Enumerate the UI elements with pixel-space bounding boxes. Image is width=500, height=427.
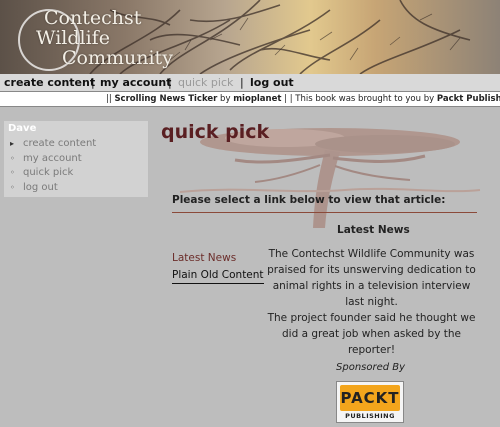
nav-my-account[interactable]: my account — [100, 74, 171, 91]
sponsored-by-label: Sponsored By — [336, 362, 406, 373]
sidebar-item-quick-pick[interactable]: ◦ quick pick — [10, 166, 96, 181]
divider — [172, 212, 477, 213]
nav-separator: | — [91, 76, 95, 89]
ticker-module-link[interactable]: Scrolling News Ticker — [114, 94, 217, 104]
news-ticker: || Scrolling News Ticker by mioplanet | … — [0, 91, 500, 107]
sidebar-item-label: log out — [23, 181, 58, 193]
nav-create-content[interactable]: create content — [4, 74, 95, 91]
instruction-text: Please select a link below to view that … — [172, 194, 446, 206]
page-title: quick pick — [161, 121, 270, 143]
circle-bullet-icon: ◦ — [10, 153, 15, 163]
nav-log-out[interactable]: log out — [250, 74, 294, 91]
sidebar-username: Dave — [8, 123, 37, 134]
packt-logo-subtitle: PUBLISHING — [345, 412, 395, 420]
logo-line-1: Contechst — [44, 7, 142, 29]
logo-line-2: Wildlife — [36, 27, 110, 49]
article-paragraph: The Contechst Wildlife Community was pra… — [267, 248, 476, 308]
circle-bullet-icon: ◦ — [10, 168, 15, 177]
nav-separator: | — [240, 76, 244, 89]
article-title: Latest News — [337, 224, 410, 236]
sidebar-item-log-out[interactable]: ◦ log out — [10, 181, 96, 196]
packt-logo-wordmark: PACKT — [340, 385, 400, 411]
primary-nav: create content | my account | quick pick… — [0, 74, 500, 91]
link-plain-old-content[interactable]: Plain Old Content — [172, 267, 264, 284]
sidebar-item-label: my account — [23, 152, 82, 164]
nav-quick-pick[interactable]: quick pick — [178, 74, 233, 91]
arrow-bullet-icon: ▸ — [10, 139, 15, 148]
nav-separator: | — [168, 76, 172, 89]
article-link-list: Latest News Plain Old Content — [172, 250, 264, 284]
circle-bullet-icon: ◦ — [10, 182, 15, 192]
ticker-text: || Scrolling News Ticker by mioplanet | … — [106, 92, 500, 106]
ticker-by: by — [217, 94, 234, 104]
sidebar-item-label: create content — [23, 138, 97, 149]
packt-publishing-logo[interactable]: PACKT PUBLISHING — [336, 381, 404, 423]
site-logo[interactable]: Contechst Wildlife Community — [30, 8, 173, 68]
article-body: The Contechst Wildlife Community was pra… — [264, 246, 479, 358]
article-paragraph: The project founder said he thought we d… — [267, 312, 476, 356]
sidebar-menu: ▸ create content ◦ my account ◦ quick pick … — [10, 137, 96, 195]
user-sidebar-block: Dave ▸ create content ◦ my account ◦ quick … — [4, 121, 149, 197]
ticker-message: | | This book was brought to you by — [281, 94, 437, 104]
logo-line-3: Community — [62, 47, 173, 69]
ticker-author-link[interactable]: mioplanet — [233, 94, 281, 104]
sidebar-item-create-content[interactable]: ▸ create content — [10, 137, 96, 152]
link-latest-news[interactable]: Latest News — [172, 250, 264, 267]
sidebar-item-label: quick pick — [23, 167, 74, 178]
site-header-banner: Contechst Wildlife Community — [0, 0, 500, 74]
sidebar-item-my-account[interactable]: ◦ my account — [10, 152, 96, 167]
ticker-publisher-link[interactable]: Packt Publishing — [437, 94, 500, 104]
